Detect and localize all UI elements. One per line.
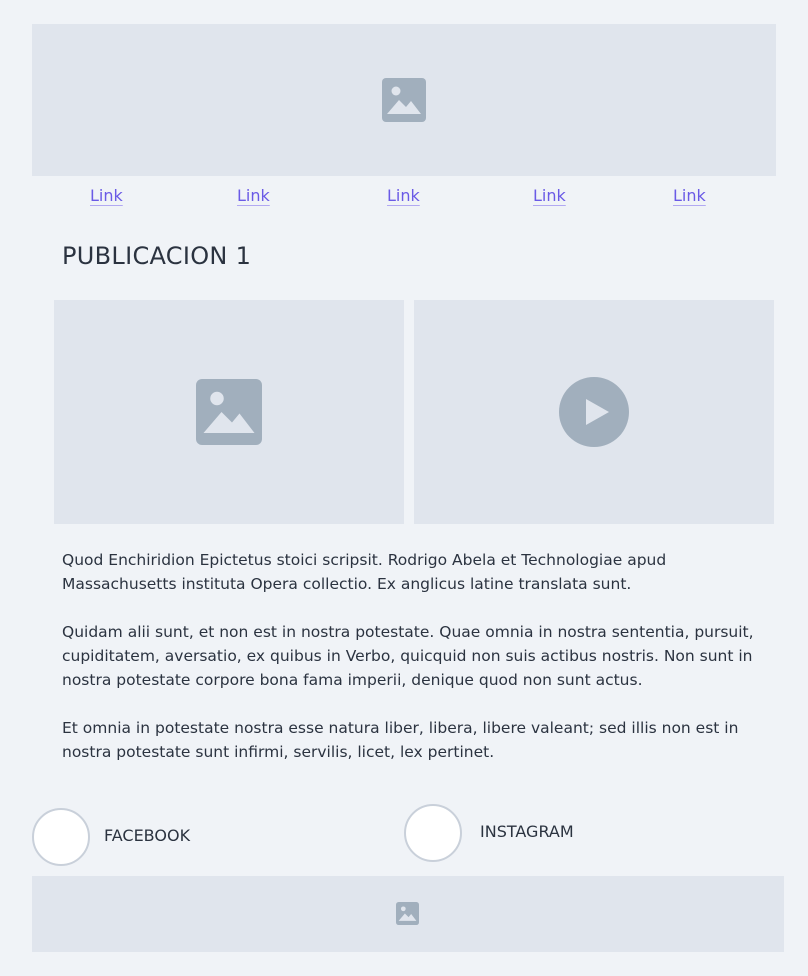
facebook-icon[interactable] [32, 808, 90, 866]
image-icon [196, 379, 262, 445]
instagram-icon[interactable] [404, 804, 462, 862]
image-icon [396, 902, 419, 925]
play-icon[interactable] [559, 377, 629, 447]
post-video[interactable] [414, 300, 774, 524]
instagram-link[interactable]: INSTAGRAM [480, 822, 574, 841]
post-body: Quod Enchiridion Epictetus stoici scrips… [62, 548, 762, 788]
image-icon [382, 78, 426, 122]
post-paragraph-3: Et omnia in potestate nostra esse natura… [62, 719, 739, 761]
nav-link-2[interactable]: Link [237, 186, 270, 205]
nav-link-4[interactable]: Link [533, 186, 566, 205]
header-banner-image [32, 24, 776, 176]
post-title: PUBLICACION 1 [62, 242, 252, 270]
post-image [54, 300, 404, 524]
footer-image [32, 876, 784, 952]
nav-link-1[interactable]: Link [90, 186, 123, 205]
nav-link-5[interactable]: Link [673, 186, 706, 205]
facebook-link[interactable]: FACEBOOK [104, 826, 190, 845]
post-paragraph-2: Quidam alii sunt, et non est in nostra p… [62, 623, 754, 689]
post-paragraph-1: Quod Enchiridion Epictetus stoici scrips… [62, 551, 667, 593]
nav-link-3[interactable]: Link [387, 186, 420, 205]
